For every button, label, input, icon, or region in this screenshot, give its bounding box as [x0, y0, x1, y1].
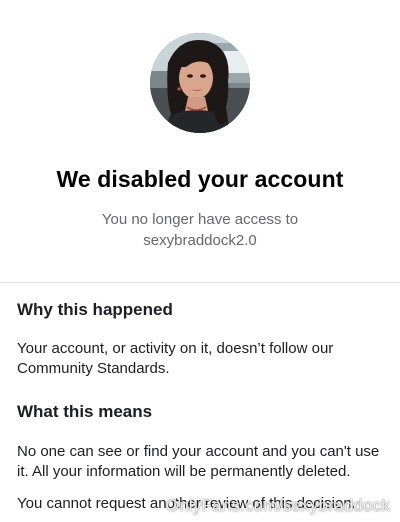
- why-heading: Why this happened: [17, 300, 173, 319]
- avatar-photo: [150, 33, 250, 133]
- what-heading: What this means: [17, 402, 153, 421]
- what-paragraph-1: No one can see or find your account and …: [17, 443, 380, 480]
- watermark: OnlyFans.com/sexybraddock: [165, 496, 390, 515]
- header: We disabled your account You no longer h…: [0, 0, 400, 282]
- page-title: We disabled your account: [56, 166, 344, 192]
- disabled-account-screen: We disabled your account You no longer h…: [0, 0, 400, 522]
- why-paragraph: Your account, or activity on it, doesn’t…: [17, 340, 334, 377]
- avatar: [150, 33, 250, 133]
- account-username: sexybraddock2.0: [143, 232, 257, 249]
- subtitle: You no longer have access to sexybraddoc…: [40, 209, 360, 251]
- subtitle-line-1: You no longer have access to: [101, 211, 299, 228]
- divider: [0, 282, 400, 283]
